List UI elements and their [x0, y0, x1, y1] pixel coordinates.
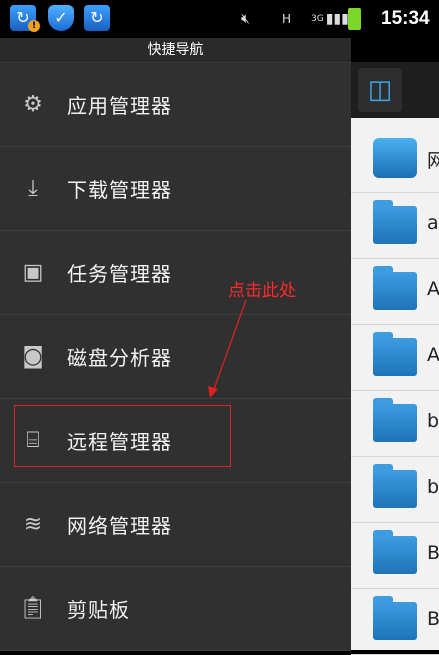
annotation-arrow — [208, 299, 247, 398]
